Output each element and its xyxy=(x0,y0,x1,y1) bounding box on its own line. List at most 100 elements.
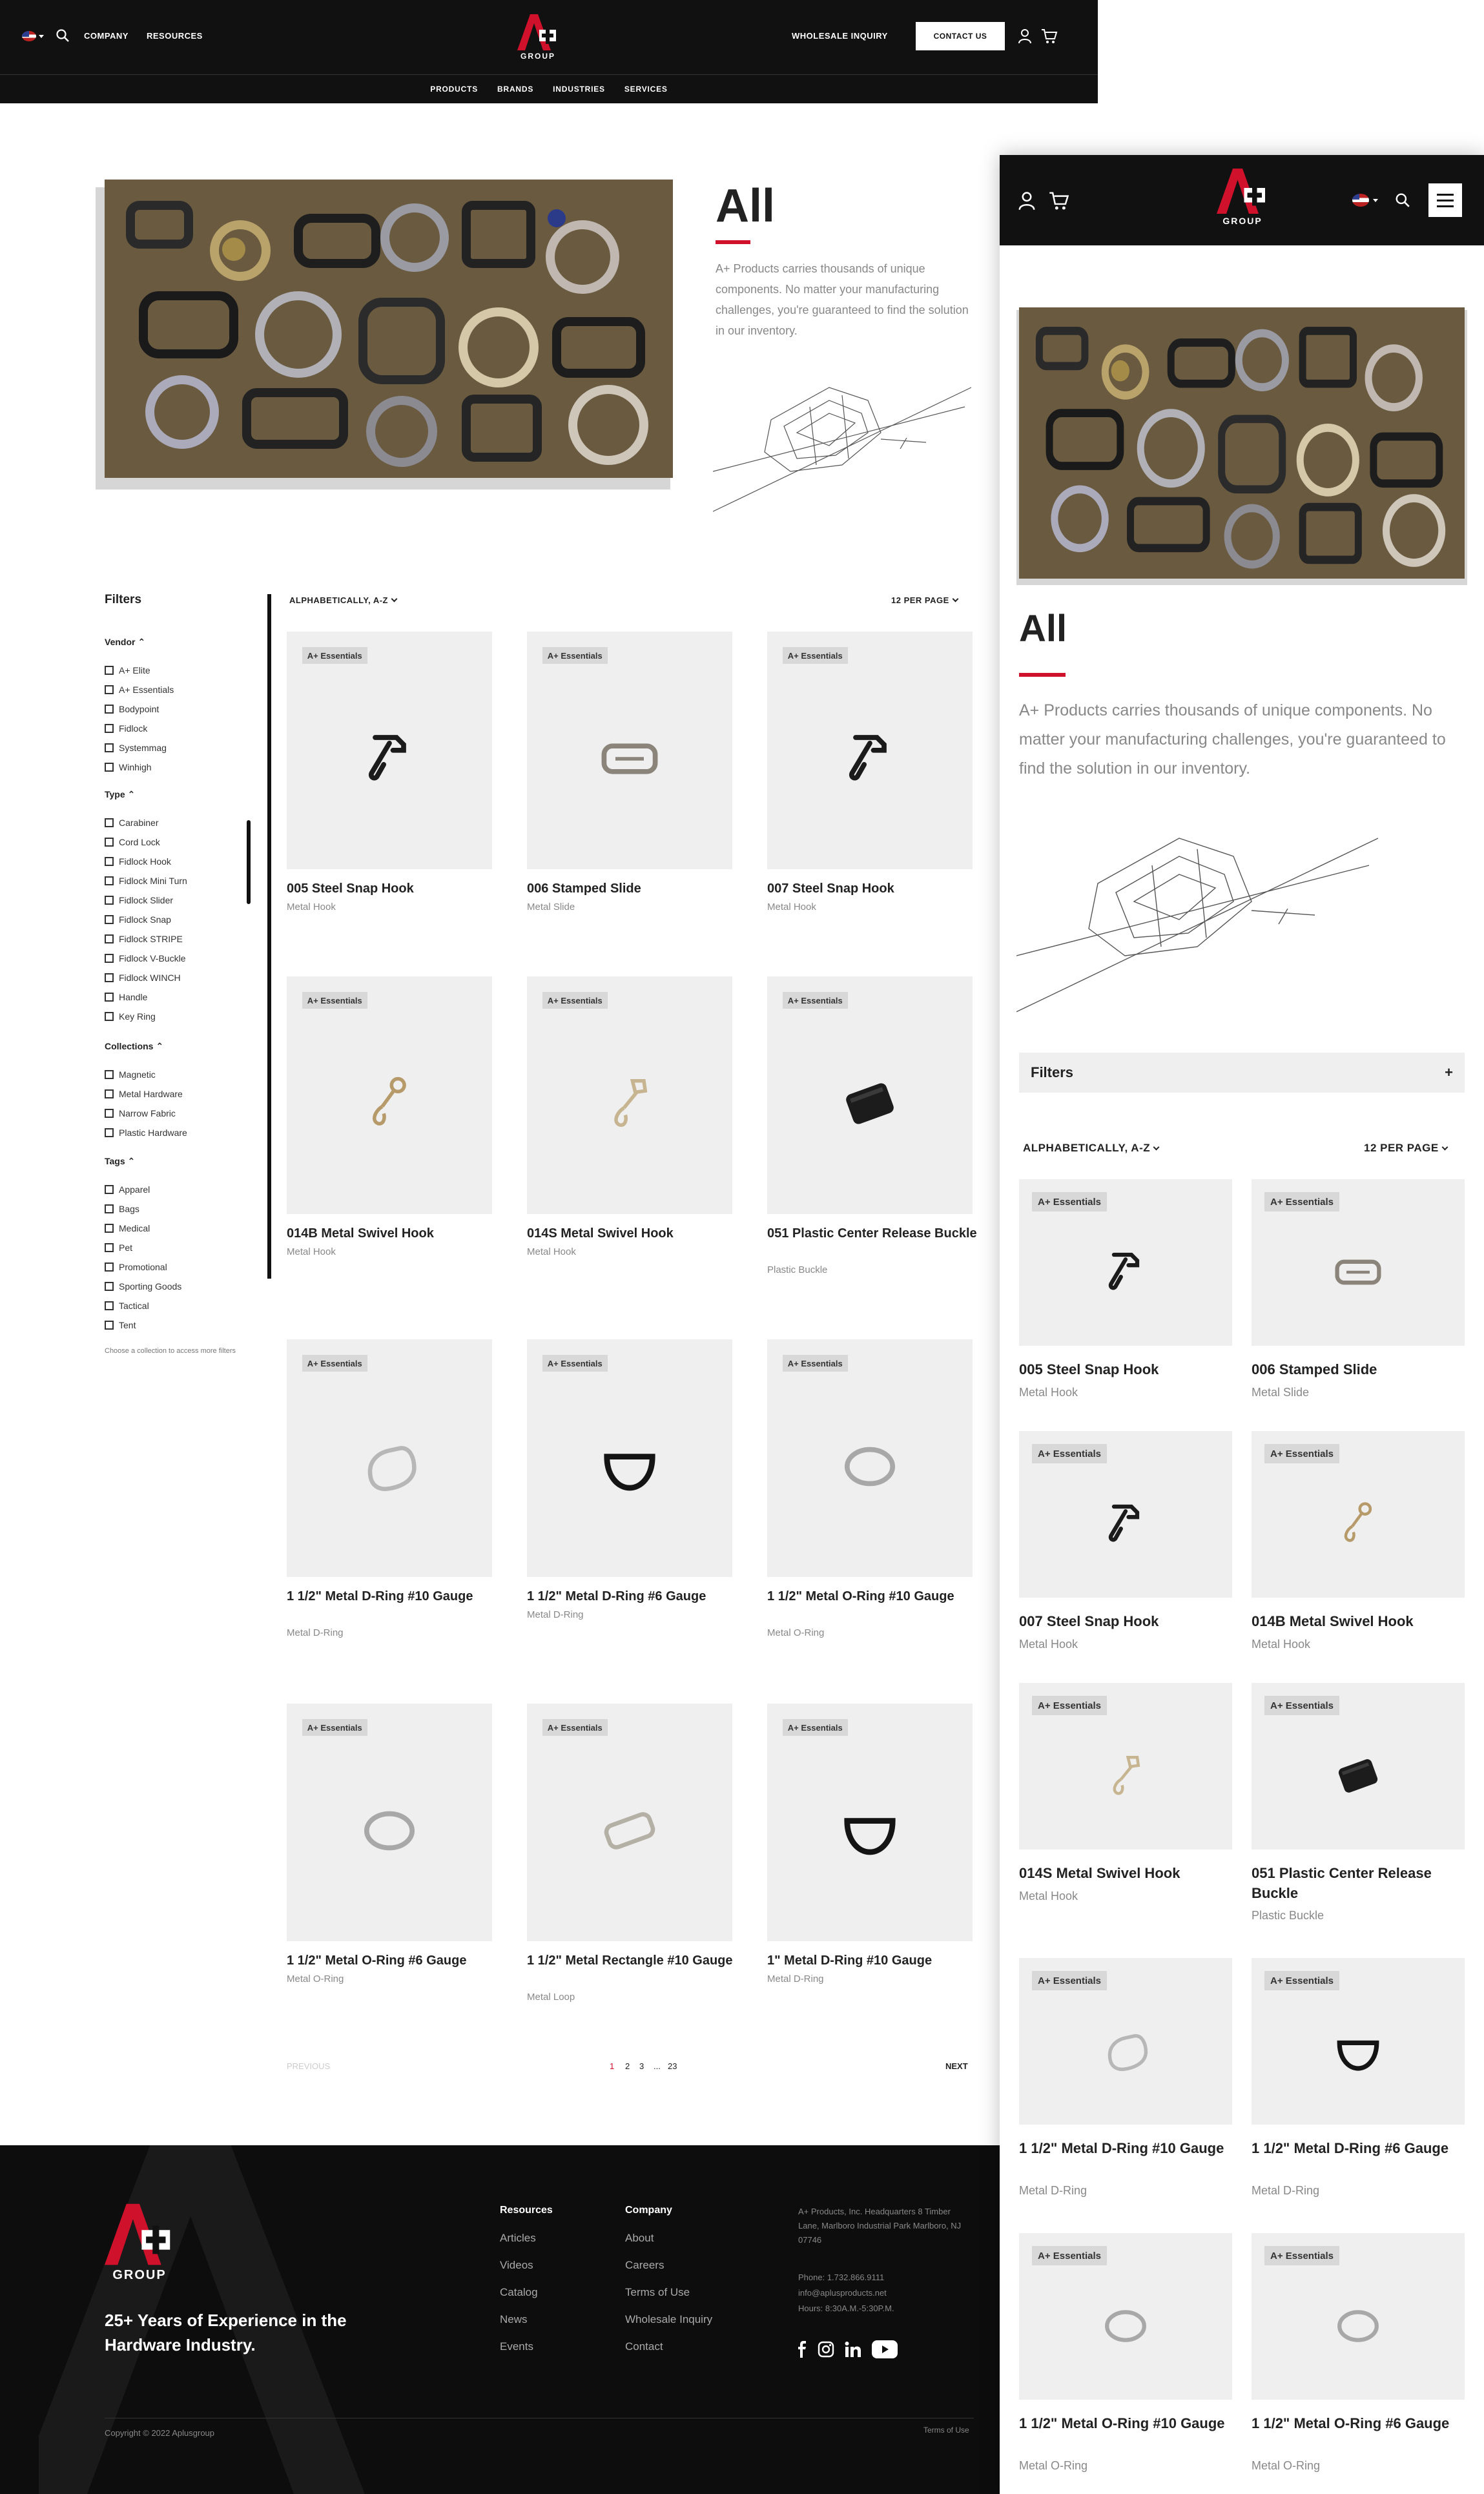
filter-group-tags[interactable]: Tags ⌃ xyxy=(105,1156,135,1167)
nav-services[interactable]: SERVICES xyxy=(624,85,668,94)
checkbox-icon[interactable] xyxy=(105,1012,114,1021)
pagination-previous[interactable]: PREVIOUS xyxy=(287,2061,330,2071)
footer-link[interactable]: Videos xyxy=(500,2259,533,2272)
footer-link[interactable]: Events xyxy=(500,2340,533,2353)
product-card[interactable]: A+ Essentials 1 1/2" Metal O-Ring #6 Gaug… xyxy=(1252,2233,1465,2477)
checkbox-icon[interactable] xyxy=(105,954,114,963)
product-name[interactable]: 051 Plastic Center Release Buckle xyxy=(767,1224,979,1242)
product-name[interactable]: 005 Steel Snap Hook xyxy=(287,880,499,898)
pagination-page[interactable]: 1 xyxy=(610,2061,614,2071)
checkbox-icon[interactable] xyxy=(105,857,114,866)
hamburger-menu-button[interactable] xyxy=(1428,183,1462,217)
filter-checkbox[interactable]: Plastic Hardware xyxy=(105,1128,187,1138)
checkbox-icon[interactable] xyxy=(105,915,114,924)
checkbox-icon[interactable] xyxy=(105,993,114,1002)
filter-checkbox[interactable]: Fidlock Slider xyxy=(105,895,173,905)
checkbox-icon[interactable] xyxy=(105,743,114,752)
wholesale-inquiry-link[interactable]: WHOLESALE INQUIRY xyxy=(792,31,888,41)
product-card[interactable]: A+ Essentials 051 Plastic Center Release … xyxy=(1252,1683,1465,1927)
sort-order-dropdown[interactable]: ALPHABETICALLY, A-Z xyxy=(1023,1142,1160,1155)
cart-icon[interactable] xyxy=(1041,28,1058,44)
filter-checkbox[interactable]: Carabiner xyxy=(105,818,158,828)
footer-logo[interactable]: GROUP xyxy=(103,2203,176,2283)
checkbox-icon[interactable] xyxy=(105,818,114,827)
footer-link[interactable]: Terms of Use xyxy=(625,2286,690,2299)
product-name[interactable]: 007 Steel Snap Hook xyxy=(767,880,979,898)
product-name[interactable]: 1 1/2" Metal D-Ring #6 Gauge xyxy=(1252,2139,1471,2159)
checkbox-icon[interactable] xyxy=(105,1109,114,1118)
site-logo[interactable]: GROUP xyxy=(1215,168,1270,226)
product-name[interactable]: 1 1/2" Metal O-Ring #6 Gauge xyxy=(1252,2414,1471,2434)
footer-link[interactable]: Careers xyxy=(625,2259,664,2272)
filter-checkbox[interactable]: Tent xyxy=(105,1320,136,1330)
product-name[interactable]: 006 Stamped Slide xyxy=(527,880,739,898)
checkbox-icon[interactable] xyxy=(105,1185,114,1194)
checkbox-icon[interactable] xyxy=(105,934,114,943)
filter-checkbox[interactable]: Fidlock STRIPE xyxy=(105,934,183,944)
filter-checkbox[interactable]: Medical xyxy=(105,1223,150,1233)
checkbox-icon[interactable] xyxy=(105,1224,114,1233)
checkbox-icon[interactable] xyxy=(105,1204,114,1213)
footer-email[interactable]: info@aplusproducts.net xyxy=(798,2286,887,2300)
checkbox-icon[interactable] xyxy=(105,705,114,714)
product-name[interactable]: 014S Metal Swivel Hook xyxy=(527,1224,739,1242)
checkbox-icon[interactable] xyxy=(105,876,114,885)
nav-brands[interactable]: BRANDS xyxy=(497,85,533,94)
product-name[interactable]: 014B Metal Swivel Hook xyxy=(287,1224,499,1242)
product-card[interactable]: A+ Essentials 1 1/2" Metal O-Ring #10 Gau… xyxy=(1019,2233,1232,2477)
product-card[interactable]: A+ Essentials 1 1/2" Metal O-Ring #10 Gau… xyxy=(767,1339,973,1648)
product-name[interactable]: 007 Steel Snap Hook xyxy=(1019,1612,1239,1632)
product-card[interactable]: A+ Essentials 005 Steel Snap Hook Metal Ho… xyxy=(1019,1179,1232,1423)
product-card[interactable]: A+ Essentials 007 Steel Snap Hook Metal Ho… xyxy=(1019,1431,1232,1675)
filter-checkbox[interactable]: Tactical xyxy=(105,1301,149,1311)
product-name[interactable]: 1 1/2" Metal D-Ring #10 Gauge xyxy=(1019,2139,1239,2159)
filter-checkbox[interactable]: Fidlock Mini Turn xyxy=(105,876,187,886)
checkbox-icon[interactable] xyxy=(105,763,114,772)
per-page-dropdown[interactable]: 12 PER PAGE xyxy=(1364,1142,1448,1155)
footer-link[interactable]: Catalog xyxy=(500,2286,538,2299)
account-icon[interactable] xyxy=(1018,28,1032,44)
filter-checkbox[interactable]: Fidlock xyxy=(105,723,147,734)
filter-checkbox[interactable]: A+ Elite xyxy=(105,665,150,675)
filter-checkbox[interactable]: Fidlock WINCH xyxy=(105,973,181,983)
filter-checkbox[interactable]: Narrow Fabric xyxy=(105,1108,176,1118)
contact-us-button[interactable]: CONTACT US xyxy=(916,22,1005,50)
footer-link[interactable]: About xyxy=(625,2232,654,2245)
search-icon[interactable] xyxy=(56,28,70,43)
filter-checkbox[interactable]: Fidlock Hook xyxy=(105,856,171,867)
product-card[interactable]: A+ Essentials 006 Stamped Slide Metal Slid… xyxy=(1252,1179,1465,1423)
product-name[interactable]: 1 1/2" Metal D-Ring #6 Gauge xyxy=(527,1587,739,1605)
product-card[interactable]: A+ Essentials 014S Metal Swivel Hook Metal… xyxy=(527,976,732,1285)
filter-scrollbar[interactable] xyxy=(247,820,251,904)
pagination-page[interactable]: 23 xyxy=(668,2061,677,2071)
filter-checkbox[interactable]: Pet xyxy=(105,1242,132,1253)
product-card[interactable]: A+ Essentials 014S Metal Swivel Hook Metal… xyxy=(1019,1683,1232,1927)
filter-checkbox[interactable]: Winhigh xyxy=(105,762,152,772)
us-flag-icon[interactable] xyxy=(1352,194,1369,207)
filter-checkbox[interactable]: Handle xyxy=(105,992,147,1002)
filter-checkbox[interactable]: Sporting Goods xyxy=(105,1281,181,1292)
product-card[interactable]: A+ Essentials 1 1/2" Metal O-Ring #6 Gaug… xyxy=(287,1704,492,2012)
footer-link[interactable]: Wholesale Inquiry xyxy=(625,2313,712,2326)
checkbox-icon[interactable] xyxy=(105,685,114,694)
filter-checkbox[interactable]: A+ Essentials xyxy=(105,685,174,695)
filter-checkbox[interactable]: Cord Lock xyxy=(105,837,160,847)
pagination-page[interactable]: 3 xyxy=(639,2061,644,2071)
footer-terms-link[interactable]: Terms of Use xyxy=(923,2426,969,2435)
product-card[interactable]: A+ Essentials 005 Steel Snap Hook Metal Ho… xyxy=(287,632,492,940)
filter-checkbox[interactable]: Bodypoint xyxy=(105,704,159,714)
checkbox-icon[interactable] xyxy=(105,1070,114,1079)
site-logo[interactable]: GROUP xyxy=(517,14,559,61)
product-card[interactable]: A+ Essentials 1 1/2" Metal D-Ring #6 Gaug… xyxy=(527,1339,732,1648)
footer-phone[interactable]: Phone: 1.732.866.9111 xyxy=(798,2271,884,2285)
youtube-icon[interactable] xyxy=(872,2340,898,2358)
product-name[interactable]: 006 Stamped Slide xyxy=(1252,1360,1471,1380)
product-card[interactable]: A+ Essentials 1 1/2" Metal D-Ring #10 Gau… xyxy=(287,1339,492,1648)
sort-order-dropdown[interactable]: ALPHABETICALLY, A-Z xyxy=(289,595,398,605)
checkbox-icon[interactable] xyxy=(105,1089,114,1098)
product-card[interactable]: A+ Essentials 006 Stamped Slide Metal Slid… xyxy=(527,632,732,940)
pagination-page[interactable]: 2 xyxy=(625,2061,630,2071)
product-name[interactable]: 1 1/2" Metal O-Ring #10 Gauge xyxy=(1019,2414,1239,2434)
us-flag-icon[interactable] xyxy=(22,31,36,41)
product-card[interactable]: A+ Essentials 007 Steel Snap Hook Metal Ho… xyxy=(767,632,973,940)
